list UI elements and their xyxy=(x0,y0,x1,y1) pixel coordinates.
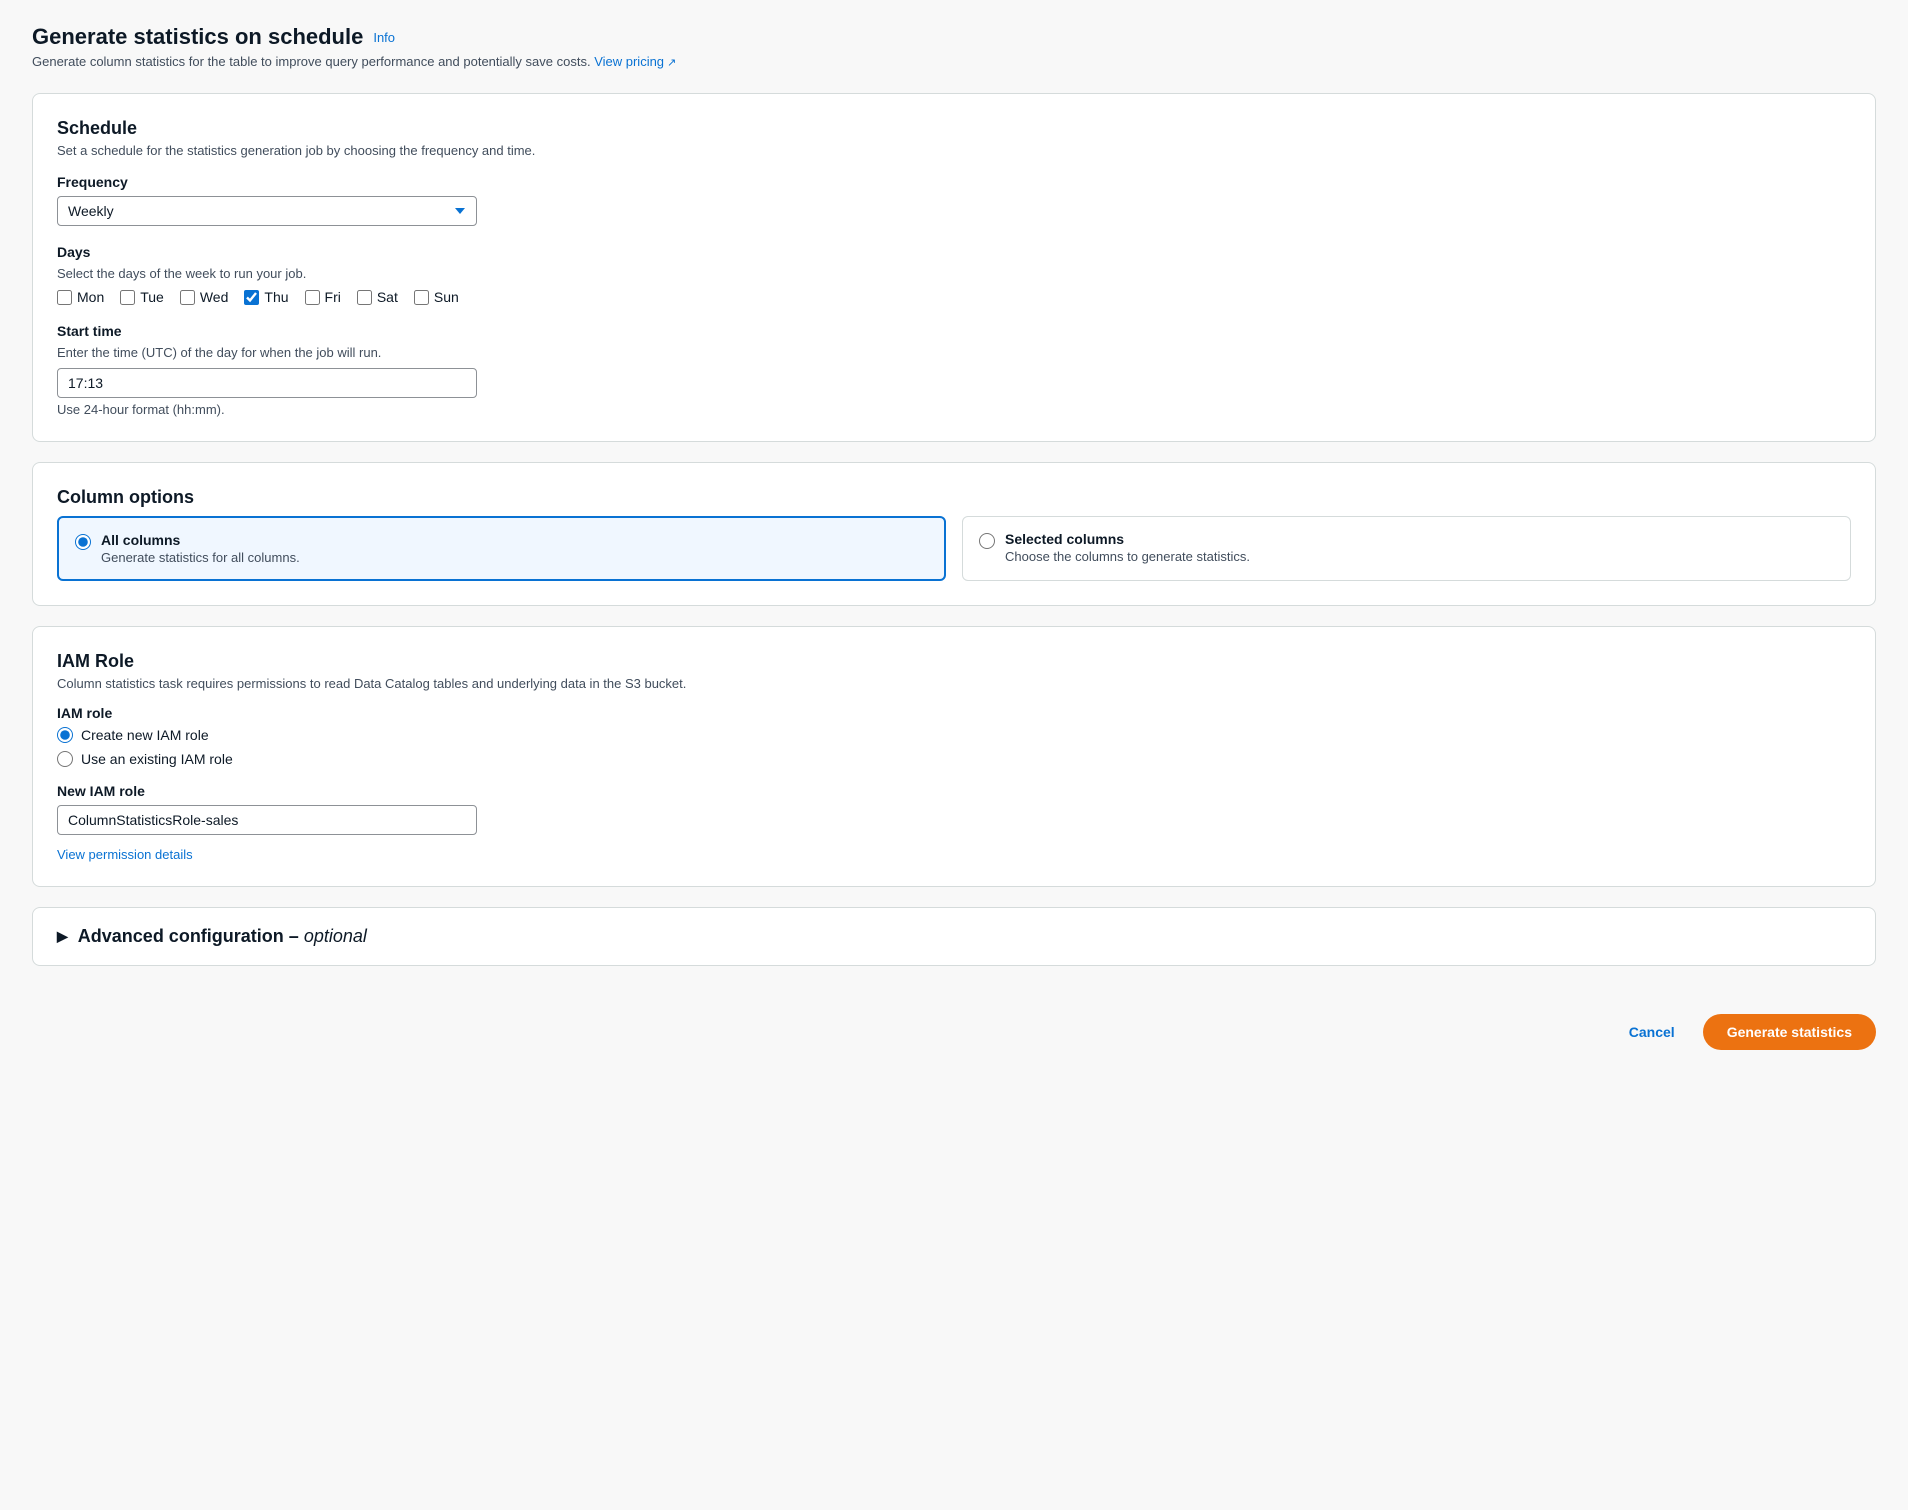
selected-columns-radio[interactable] xyxy=(979,533,995,549)
generate-statistics-button[interactable]: Generate statistics xyxy=(1703,1014,1876,1050)
day-wed-label: Wed xyxy=(200,289,229,305)
view-pricing-link[interactable]: View pricing xyxy=(594,54,676,69)
days-label: Days xyxy=(57,244,1851,260)
start-time-label: Start time xyxy=(57,323,1851,339)
all-columns-card[interactable]: All columns Generate statistics for all … xyxy=(57,516,946,581)
checkbox-tue[interactable] xyxy=(120,290,135,305)
selected-columns-card[interactable]: Selected columns Choose the columns to g… xyxy=(962,516,1851,581)
selected-columns-label: Selected columns xyxy=(1005,531,1250,547)
new-iam-role-label: New IAM role xyxy=(57,783,1851,799)
all-columns-desc: Generate statistics for all columns. xyxy=(101,550,300,565)
checkbox-sun[interactable] xyxy=(414,290,429,305)
create-new-iam-radio[interactable] xyxy=(57,727,73,743)
day-mon[interactable]: Mon xyxy=(57,289,104,305)
advanced-arrow-icon: ▶ xyxy=(57,928,68,945)
start-time-input[interactable] xyxy=(57,368,477,398)
selected-columns-text: Selected columns Choose the columns to g… xyxy=(1005,531,1250,564)
day-wed[interactable]: Wed xyxy=(180,289,229,305)
selected-columns-desc: Choose the columns to generate statistic… xyxy=(1005,549,1250,564)
day-sun-label: Sun xyxy=(434,289,459,305)
start-time-hint: Use 24-hour format (hh:mm). xyxy=(57,402,1851,417)
iam-role-section: IAM Role Column statistics task requires… xyxy=(32,626,1876,887)
days-field: Days Select the days of the week to run … xyxy=(57,244,1851,305)
column-options-title: Column options xyxy=(57,487,1851,508)
cancel-button[interactable]: Cancel xyxy=(1613,1016,1691,1048)
frequency-label: Frequency xyxy=(57,174,1851,190)
frequency-select[interactable]: Hourly Daily Weekly Monthly Custom xyxy=(57,196,477,226)
use-existing-iam-label: Use an existing IAM role xyxy=(81,751,233,767)
view-permissions-link[interactable]: View permission details xyxy=(57,847,193,862)
checkbox-thu[interactable] xyxy=(244,290,259,305)
page-header: Generate statistics on schedule Info Gen… xyxy=(32,24,1876,69)
day-mon-label: Mon xyxy=(77,289,104,305)
day-fri-label: Fri xyxy=(325,289,341,305)
schedule-section: Schedule Set a schedule for the statisti… xyxy=(32,93,1876,442)
iam-role-title: IAM Role xyxy=(57,651,1851,672)
create-new-iam-label: Create new IAM role xyxy=(81,727,209,743)
day-fri[interactable]: Fri xyxy=(305,289,341,305)
iam-role-desc: Column statistics task requires permissi… xyxy=(57,676,1851,691)
iam-role-radio-group: Create new IAM role Use an existing IAM … xyxy=(57,727,1851,767)
day-sat[interactable]: Sat xyxy=(357,289,398,305)
use-existing-iam-radio[interactable] xyxy=(57,751,73,767)
days-checkboxes: Mon Tue Wed Thu Fri Sat xyxy=(57,289,1851,305)
all-columns-text: All columns Generate statistics for all … xyxy=(101,532,300,565)
day-sun[interactable]: Sun xyxy=(414,289,459,305)
advanced-config-section[interactable]: ▶ Advanced configuration – optional xyxy=(32,907,1876,966)
checkbox-wed[interactable] xyxy=(180,290,195,305)
advanced-title: Advanced configuration – optional xyxy=(78,926,367,947)
checkbox-fri[interactable] xyxy=(305,290,320,305)
day-sat-label: Sat xyxy=(377,289,398,305)
start-time-field: Start time Enter the time (UTC) of the d… xyxy=(57,323,1851,417)
day-tue-label: Tue xyxy=(140,289,164,305)
page-subtitle: Generate column statistics for the table… xyxy=(32,54,1876,69)
all-columns-radio[interactable] xyxy=(75,534,91,550)
start-time-sublabel: Enter the time (UTC) of the day for when… xyxy=(57,345,1851,360)
day-tue[interactable]: Tue xyxy=(120,289,164,305)
use-existing-iam-item[interactable]: Use an existing IAM role xyxy=(57,751,1851,767)
page-title: Generate statistics on schedule xyxy=(32,24,363,50)
column-options-section: Column options All columns Generate stat… xyxy=(32,462,1876,606)
day-thu-label: Thu xyxy=(264,289,288,305)
create-new-iam-item[interactable]: Create new IAM role xyxy=(57,727,1851,743)
checkbox-sat[interactable] xyxy=(357,290,372,305)
frequency-select-wrapper: Hourly Daily Weekly Monthly Custom xyxy=(57,196,477,226)
days-sublabel: Select the days of the week to run your … xyxy=(57,266,1851,281)
iam-role-label: IAM role xyxy=(57,705,1851,721)
column-options-grid: All columns Generate statistics for all … xyxy=(57,516,1851,581)
all-columns-label: All columns xyxy=(101,532,300,548)
schedule-title: Schedule xyxy=(57,118,1851,139)
new-iam-role-input[interactable] xyxy=(57,805,477,835)
page-footer: Cancel Generate statistics xyxy=(32,998,1876,1050)
checkbox-mon[interactable] xyxy=(57,290,72,305)
schedule-desc: Set a schedule for the statistics genera… xyxy=(57,143,1851,158)
day-thu[interactable]: Thu xyxy=(244,289,288,305)
info-link[interactable]: Info xyxy=(373,30,395,45)
